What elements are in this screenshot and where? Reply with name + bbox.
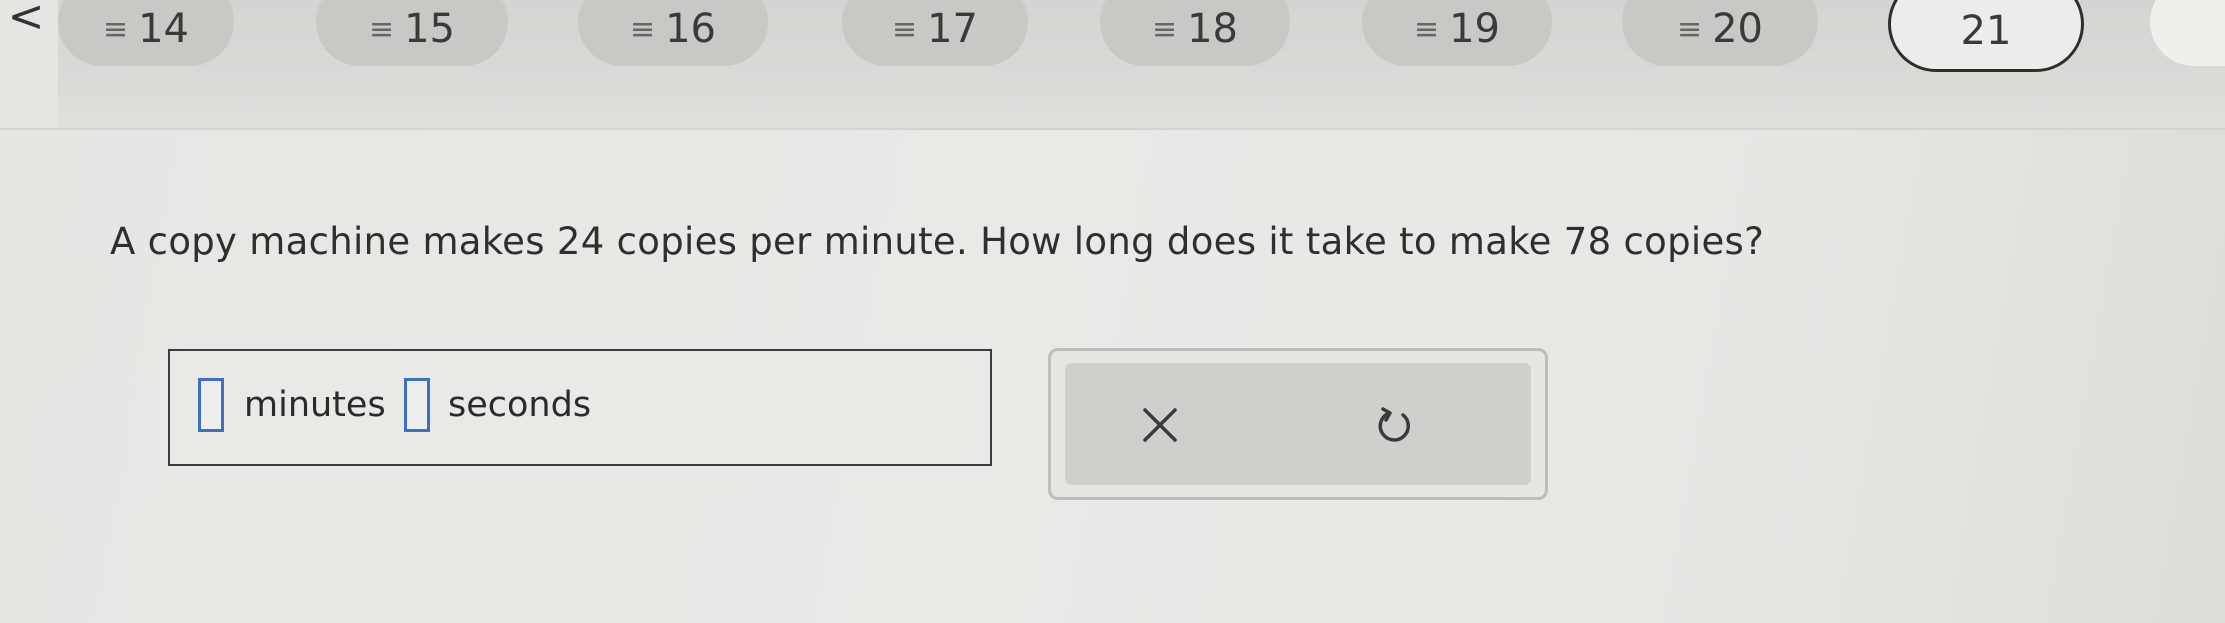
undo-button[interactable] — [1355, 385, 1435, 465]
question-pill-15[interactable]: ≡ 15 — [316, 0, 508, 66]
question-number: 18 — [1187, 6, 1239, 52]
question-number: 21 — [1960, 8, 2012, 54]
question-number: 17 — [927, 6, 979, 52]
question-number: 16 — [665, 6, 717, 52]
seconds-label: seconds — [448, 385, 592, 425]
question-pill-19[interactable]: ≡ 19 — [1362, 0, 1552, 66]
question-number: 19 — [1449, 6, 1501, 52]
question-number: 20 — [1712, 6, 1764, 52]
answer-tools — [1048, 348, 1548, 500]
minutes-label: minutes — [244, 385, 386, 425]
question-pill-18[interactable]: ≡ 18 — [1100, 0, 1290, 66]
question-pill-14[interactable]: ≡ 14 — [58, 0, 234, 66]
clear-button[interactable] — [1120, 385, 1200, 465]
answer-box: minutes seconds — [168, 349, 992, 466]
answered-lines-icon: ≡ — [1676, 11, 1702, 47]
answered-lines-icon: ≡ — [368, 11, 394, 47]
tool-panel — [1065, 363, 1531, 485]
minutes-input[interactable] — [198, 378, 224, 432]
answered-lines-icon: ≡ — [1151, 11, 1177, 47]
question-navigation: < ≡ 14 ≡ 15 ≡ 16 ≡ 17 ≡ 18 ≡ 19 ≡ 20 21 — [0, 0, 2225, 130]
question-pill-21-current[interactable]: 21 — [1888, 0, 2084, 72]
question-pill-20[interactable]: ≡ 20 — [1622, 0, 1818, 66]
question-pill-next[interactable] — [2150, 0, 2225, 66]
question-pill-16[interactable]: ≡ 16 — [578, 0, 768, 66]
question-number: 15 — [404, 6, 456, 52]
question-text: A copy machine makes 24 copies per minut… — [110, 220, 1765, 263]
question-number: 14 — [138, 6, 190, 52]
answered-lines-icon: ≡ — [102, 11, 128, 47]
answered-lines-icon: ≡ — [629, 11, 655, 47]
answered-lines-icon: ≡ — [891, 11, 917, 47]
question-pill-17[interactable]: ≡ 17 — [842, 0, 1028, 66]
answered-lines-icon: ≡ — [1413, 11, 1439, 47]
back-chevron-icon[interactable]: < — [6, 0, 46, 42]
close-icon — [1143, 408, 1177, 442]
seconds-input[interactable] — [404, 378, 430, 432]
undo-icon — [1378, 407, 1411, 442]
page: < ≡ 14 ≡ 15 ≡ 16 ≡ 17 ≡ 18 ≡ 19 ≡ 20 21 … — [0, 0, 2225, 623]
